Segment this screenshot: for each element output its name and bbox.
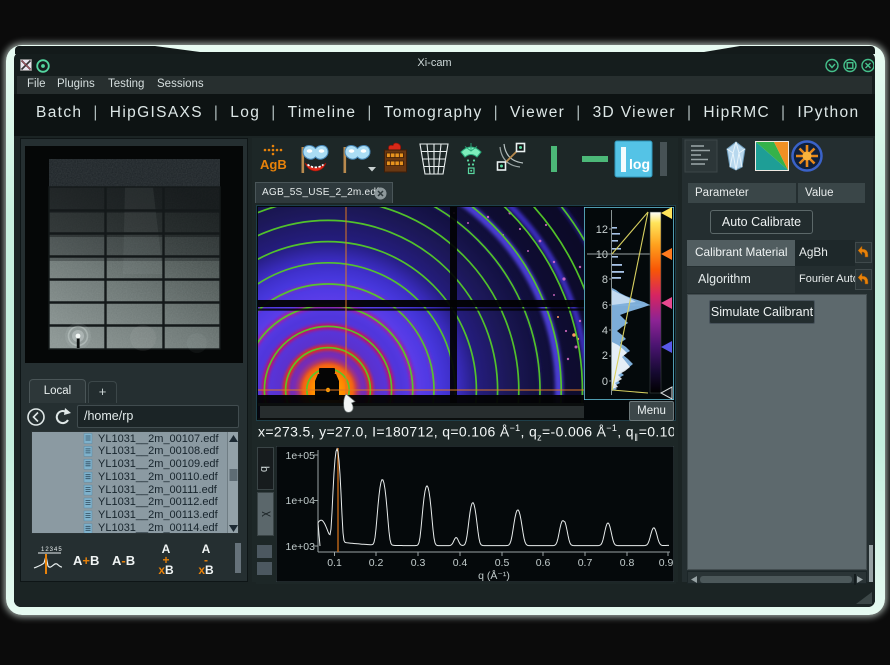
svg-text:10: 10 <box>596 249 608 261</box>
svg-text:1e+03: 1e+03 <box>286 541 316 553</box>
svg-text:12: 12 <box>596 224 608 236</box>
svg-text:2: 2 <box>602 350 608 362</box>
svg-text:4: 4 <box>602 325 608 337</box>
svg-text:8: 8 <box>602 274 608 286</box>
svg-text:0.9: 0.9 <box>659 557 674 569</box>
svg-text:0.5: 0.5 <box>495 557 510 569</box>
svg-text:0.1: 0.1 <box>327 557 342 569</box>
svg-text:1e+05: 1e+05 <box>286 450 316 462</box>
svg-text:0.2: 0.2 <box>369 557 384 569</box>
svg-text:0.4: 0.4 <box>453 557 468 569</box>
svg-text:12345: 12345 <box>41 547 63 553</box>
svg-text:0.3: 0.3 <box>411 557 426 569</box>
svg-text:q (Å⁻¹): q (Å⁻¹) <box>478 569 510 582</box>
svg-text:0.6: 0.6 <box>536 557 551 569</box>
svg-text:AgB: AgB <box>260 157 287 172</box>
svg-text:1e+04: 1e+04 <box>286 495 316 507</box>
svg-text:0.7: 0.7 <box>578 557 593 569</box>
svg-text:log: log <box>629 156 650 172</box>
svg-text:0: 0 <box>602 376 608 388</box>
svg-text:6: 6 <box>602 300 608 312</box>
svg-text:0.8: 0.8 <box>620 557 635 569</box>
